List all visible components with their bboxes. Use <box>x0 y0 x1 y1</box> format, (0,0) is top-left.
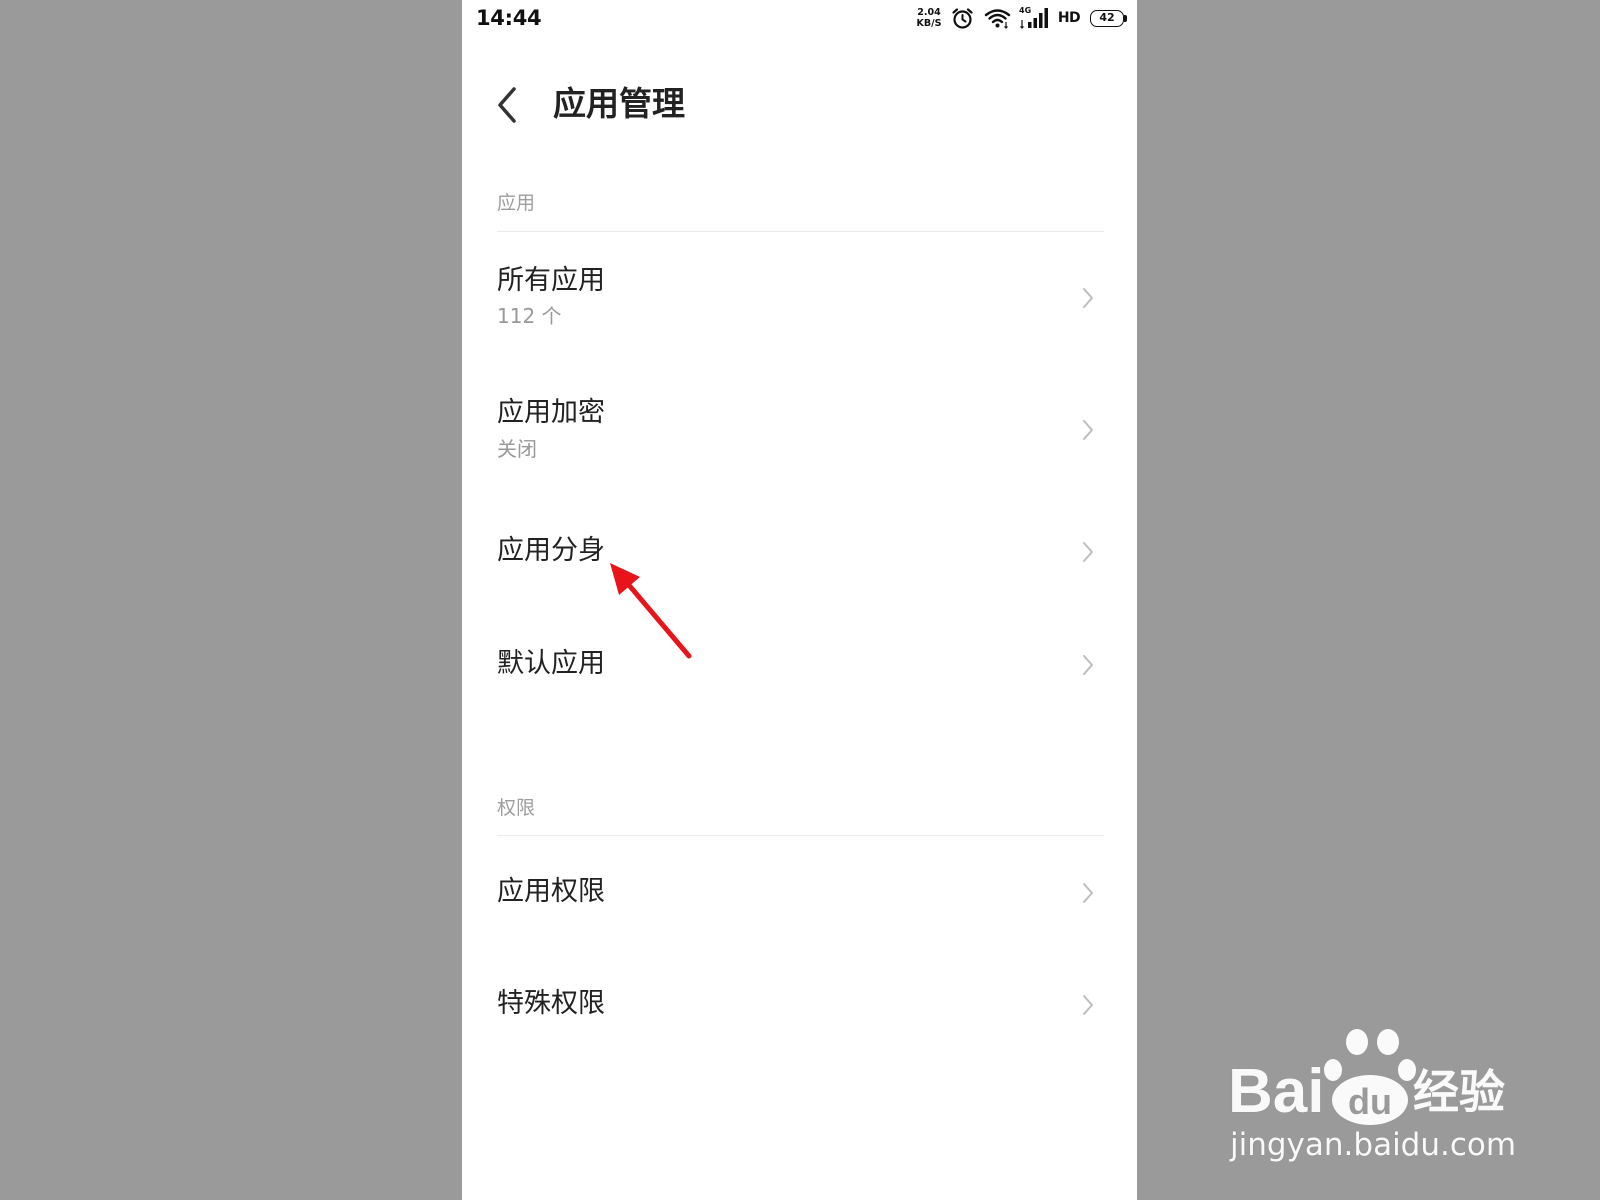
alarm-clock-icon <box>952 8 973 29</box>
back-button[interactable] <box>482 70 542 140</box>
chevron-right-icon <box>1083 420 1093 440</box>
chevron-right-icon <box>1083 655 1093 675</box>
network-speed-unit: KB/S <box>916 18 942 29</box>
watermark-url: jingyan.baidu.com <box>1230 1127 1517 1163</box>
hd-voice-indicator: HD <box>1057 10 1081 26</box>
list-item-default-apps[interactable]: 默认应用 <box>462 608 1137 720</box>
list-item-app-encryption[interactable]: 应用加密 关闭 <box>462 368 1137 492</box>
battery-tip <box>1124 15 1127 22</box>
baidu-paw-icon: du <box>1324 1029 1416 1125</box>
section-divider <box>497 835 1104 836</box>
chevron-left-icon <box>498 87 516 123</box>
list-item-title: 应用权限 <box>497 876 605 907</box>
list-item-subtitle: 关闭 <box>497 437 537 461</box>
section-header-apps: 应用 <box>497 192 536 214</box>
status-bar: 14:44 2.04 KB/S 4G HD 42 <box>462 0 1137 40</box>
chevron-right-icon <box>1083 995 1093 1015</box>
page-title: 应用管理 <box>553 84 685 123</box>
list-item-title: 默认应用 <box>497 648 605 679</box>
wifi-icon <box>984 9 1011 29</box>
status-time: 14:44 <box>476 6 542 30</box>
watermark-paw-text: du <box>1348 1081 1392 1122</box>
watermark-brand-chinese: 经验 <box>1413 1065 1505 1119</box>
list-item-special-permissions[interactable]: 特殊权限 <box>462 950 1137 1060</box>
list-item-subtitle: 112 个 <box>497 304 562 328</box>
battery-level: 42 <box>1099 11 1115 24</box>
list-item-title: 所有应用 <box>497 265 605 296</box>
chevron-right-icon <box>1083 542 1093 562</box>
network-speed: 2.04 KB/S <box>914 7 944 29</box>
screenshot-canvas: 14:44 2.04 KB/S 4G HD 42 应用管理 应用 所有应用 11… <box>0 0 1600 1200</box>
battery-icon: 42 <box>1090 10 1124 27</box>
list-item-app-permissions[interactable]: 应用权限 <box>462 838 1137 948</box>
network-speed-value: 2.04 <box>917 7 941 18</box>
phone-screen: 14:44 2.04 KB/S 4G HD 42 应用管理 应用 所有应用 11… <box>462 0 1137 1200</box>
cellular-signal-icon <box>1020 8 1048 29</box>
list-item-title: 应用加密 <box>497 397 605 428</box>
list-item-title: 应用分身 <box>497 535 605 566</box>
watermark-brand-latin: Bai <box>1228 1057 1325 1126</box>
chevron-right-icon <box>1083 883 1093 903</box>
chevron-right-icon <box>1083 288 1093 308</box>
list-item-title: 特殊权限 <box>497 988 605 1019</box>
section-header-permissions: 权限 <box>497 797 536 819</box>
list-item-all-apps[interactable]: 所有应用 112 个 <box>462 236 1137 360</box>
list-item-app-clone[interactable]: 应用分身 <box>462 496 1137 608</box>
section-divider <box>497 231 1104 232</box>
